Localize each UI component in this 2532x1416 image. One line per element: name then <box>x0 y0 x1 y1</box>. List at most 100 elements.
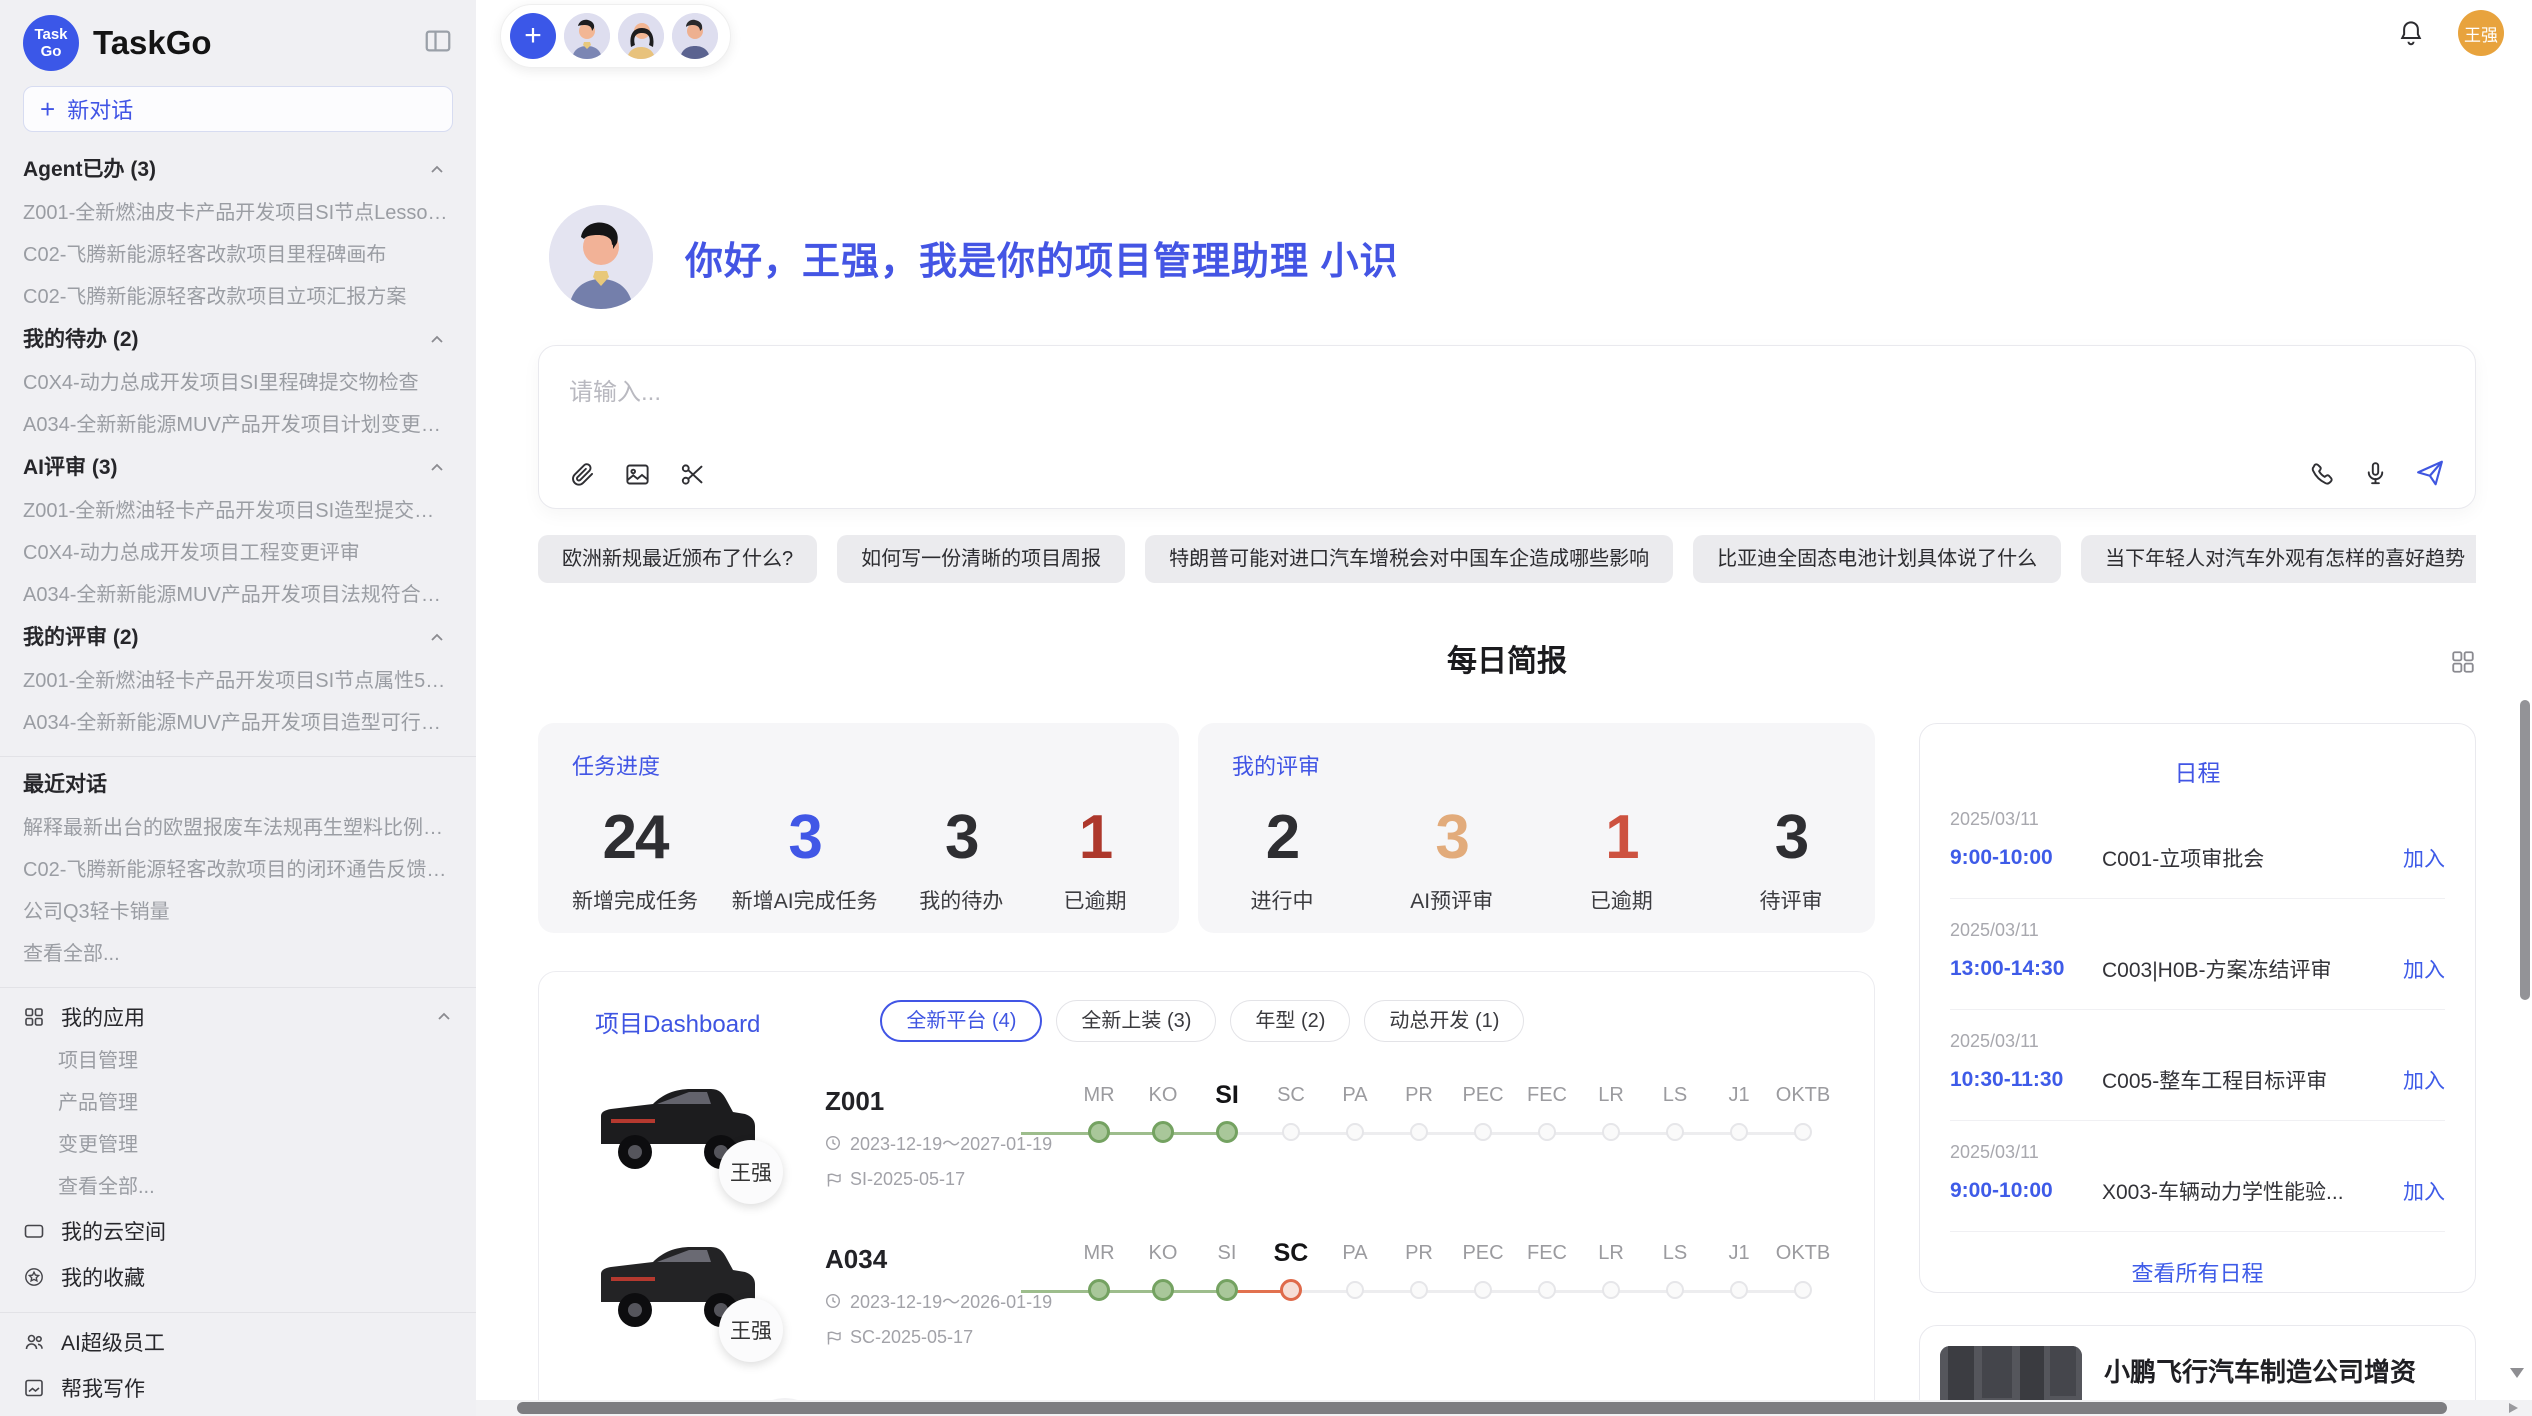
sidebar-item[interactable]: C02-飞腾新能源轻客改款项目立项汇报方案 <box>0 276 476 318</box>
recent-chat-item[interactable]: 公司Q3轻卡销量 <box>0 891 476 933</box>
section-my-todo[interactable]: 我的待办 (2) <box>0 318 476 362</box>
sidebar-item[interactable]: A034-全新新能源MUV产品开发项目法规符合性评审 <box>0 574 476 616</box>
user-avatar[interactable]: 王强 <box>2458 10 2504 56</box>
vertical-scrollbar-thumb[interactable] <box>2520 700 2530 1000</box>
filter-year-model[interactable]: 年型 (2) <box>1230 1000 1350 1042</box>
suggestion-chip[interactable]: 如何写一份清晰的项目周报 <box>837 535 1125 583</box>
milestone-j1: J1 <box>1707 1236 1771 1314</box>
filter-new-body[interactable]: 全新上装 (3) <box>1056 1000 1216 1042</box>
section-title: AI评审 (3) <box>23 456 118 479</box>
suggestion-chip[interactable]: 比亚迪全固态电池计划具体说了什么 <box>1693 535 2061 583</box>
sidebar-item[interactable]: Z001-全新燃油轻卡产品开发项目SI造型提交物评审 <box>0 490 476 532</box>
scissors-icon[interactable] <box>679 461 706 488</box>
scroll-down-arrow-icon[interactable] <box>2510 1368 2524 1378</box>
stat-label: 新增完成任务 <box>572 885 698 915</box>
sidebar-item[interactable]: Z001-全新燃油皮卡产品开发项目SI节点Lesson Learn报告 <box>0 192 476 234</box>
schedule-date: 2025/03/11 <box>1950 1031 2445 1052</box>
session-switcher: + <box>500 4 731 68</box>
project-owner-badge: 王强 <box>719 1298 783 1362</box>
apps-view-all[interactable]: 查看全部... <box>0 1166 476 1208</box>
suggestion-chip[interactable]: 特朗普可能对进口汽车增税会对中国车企造成哪些影响 <box>1145 535 1673 583</box>
milestone-pr: PR <box>1387 1236 1451 1314</box>
sidebar-item[interactable]: Z001-全新燃油轻卡产品开发项目SI节点属性5D文件评审 <box>0 660 476 702</box>
project-row-z001[interactable]: 王强 Z001 2023-12-19～2027-01-19 <box>595 1064 1874 1222</box>
chat-input[interactable] <box>539 346 2475 432</box>
section-agent-done[interactable]: Agent已办 (3) <box>0 148 476 192</box>
schedule-time[interactable]: 9:00-10:00 <box>1950 1179 2102 1203</box>
section-title: 最近对话 <box>23 773 107 796</box>
my-cloud-space[interactable]: 我的云空间 <box>0 1208 476 1254</box>
horizontal-scrollbar-thumb[interactable] <box>517 1402 2447 1414</box>
app-item-project-mgmt[interactable]: 项目管理 <box>0 1040 476 1082</box>
attachment-paperclip-icon[interactable] <box>569 461 596 488</box>
app-item-product-mgmt[interactable]: 产品管理 <box>0 1082 476 1124</box>
my-favorites[interactable]: 我的收藏 <box>0 1254 476 1300</box>
suggestion-chip[interactable]: 欧洲新规最近颁布了什么? <box>538 535 817 583</box>
my-apps-header[interactable]: 我的应用 <box>0 994 476 1040</box>
milestone-si-current: SI <box>1195 1078 1259 1156</box>
layout-grid-icon[interactable] <box>2450 649 2476 675</box>
microphone-icon[interactable] <box>2362 460 2389 487</box>
stat-ai-prereview: 3 AI预评审 <box>1402 803 1502 915</box>
milestone-pec: PEC <box>1451 1078 1515 1156</box>
schedule-time[interactable]: 9:00-10:00 <box>1950 846 2102 870</box>
stat-value: 3 <box>732 803 878 873</box>
milestone-ko: KO <box>1131 1078 1195 1156</box>
sidebar-item[interactable]: A034-全新新能源MUV产品开发项目计划变更表编写 <box>0 404 476 446</box>
stat-new-completed: 24 新增完成任务 <box>572 803 698 915</box>
join-meeting-link[interactable]: 加入 <box>2403 843 2445 873</box>
voice-call-icon[interactable] <box>2309 460 2336 487</box>
recent-chat-item[interactable]: 解释最新出台的欧盟报废车法规再生塑料比例被调至15%... <box>0 807 476 849</box>
schedule-time[interactable]: 10:30-11:30 <box>1950 1068 2102 1092</box>
send-icon[interactable] <box>2415 458 2445 488</box>
app-item-change-mgmt[interactable]: 变更管理 <box>0 1124 476 1166</box>
assistant-avatar <box>549 205 653 309</box>
image-upload-icon[interactable] <box>624 461 651 488</box>
filter-new-platform[interactable]: 全新平台 (4) <box>880 1000 1042 1042</box>
help-me-write-label: 帮我写作 <box>61 1373 145 1403</box>
help-me-write[interactable]: 帮我写作 <box>0 1365 476 1411</box>
new-chat-button[interactable]: + 新对话 <box>23 86 453 132</box>
collapse-sidebar-icon[interactable] <box>423 26 453 56</box>
add-session-button[interactable]: + <box>510 13 556 59</box>
session-avatar-3[interactable] <box>672 13 718 59</box>
greeting-text: 你好，王强，我是你的项目管理助理 小识 <box>685 230 1399 285</box>
sidebar-item[interactable]: A034-全新新能源MUV产品开发项目造型可行性评审 <box>0 702 476 744</box>
recent-chat-item[interactable]: C02-飞腾新能源轻客改款项目的闭环通告反馈情况 <box>0 849 476 891</box>
right-column: 日程 2025/03/11 9:00-10:00 C001-立项审批会 加入 2… <box>1919 723 2476 1416</box>
app-logo: Task Go <box>23 15 79 71</box>
sidebar: Task Go TaskGo + 新对话 Agent已办 (3) Z001-全新… <box>0 0 476 1416</box>
join-meeting-link[interactable]: 加入 <box>2403 1065 2445 1095</box>
app-title: TaskGo <box>93 24 212 62</box>
join-meeting-link[interactable]: 加入 <box>2403 954 2445 984</box>
milestone-j1: J1 <box>1707 1078 1771 1156</box>
my-review-card: 我的评审 2 进行中 3 AI预评审 1 <box>1198 723 1875 933</box>
creative-drawing[interactable]: 创意制图 <box>0 1411 476 1416</box>
flag-icon <box>825 1172 841 1188</box>
section-my-review[interactable]: 我的评审 (2) <box>0 616 476 660</box>
session-avatar-1[interactable] <box>564 13 610 59</box>
join-meeting-link[interactable]: 加入 <box>2403 1176 2445 1206</box>
view-all-schedule-link[interactable]: 查看所有日程 <box>1950 1256 2445 1288</box>
topbar-right: 王强 <box>2396 10 2504 56</box>
suggestion-chip[interactable]: 当下年轻人对汽车外观有怎样的喜好趋势 <box>2081 535 2476 583</box>
section-ai-review[interactable]: AI评审 (3) <box>0 446 476 490</box>
recent-view-all[interactable]: 查看全部... <box>0 933 476 975</box>
my-review-title: 我的评审 <box>1232 749 1841 781</box>
notifications-bell-icon[interactable] <box>2396 18 2426 48</box>
schedule-title: 日程 <box>1950 754 2445 788</box>
schedule-time[interactable]: 13:00-14:30 <box>1950 957 2102 981</box>
milestone-ko: KO <box>1131 1236 1195 1314</box>
stat-value: 3 <box>1741 803 1841 873</box>
filter-powertrain[interactable]: 动总开发 (1) <box>1364 1000 1524 1042</box>
ai-super-staff[interactable]: AI超级员工 <box>0 1319 476 1365</box>
sidebar-item[interactable]: C0X4-动力总成开发项目工程变更评审 <box>0 532 476 574</box>
project-row-a034[interactable]: 王强 A034 2023-12-19～2026-01-19 <box>595 1222 1874 1380</box>
chevron-up-icon <box>428 459 446 477</box>
scroll-right-arrow-icon[interactable] <box>2509 1403 2518 1413</box>
milestone-dot <box>1730 1123 1748 1141</box>
sidebar-item[interactable]: C02-飞腾新能源轻客改款项目里程碑画布 <box>0 234 476 276</box>
flag-icon <box>825 1330 841 1346</box>
sidebar-item[interactable]: C0X4-动力总成开发项目SI里程碑提交物检查 <box>0 362 476 404</box>
session-avatar-2[interactable] <box>618 13 664 59</box>
